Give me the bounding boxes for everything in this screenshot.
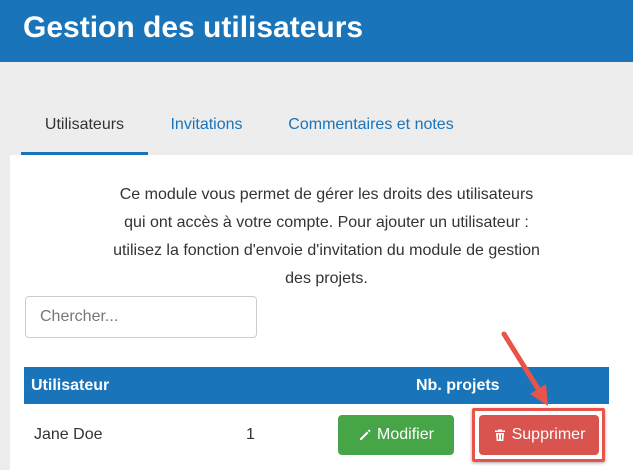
column-header-user: Utilisateur	[31, 377, 110, 394]
user-name-cell: Jane Doe	[34, 426, 103, 443]
tab-utilisateurs[interactable]: Utilisateurs	[21, 106, 148, 155]
delete-button-label: Supprimer	[511, 426, 586, 443]
intro-text: Ce module vous permet de gérer les droit…	[50, 181, 603, 293]
intro-line: Ce module vous permet de gérer les droit…	[119, 186, 534, 203]
tab-commentaires-et-notes[interactable]: Commentaires et notes	[271, 106, 471, 155]
table-header: Utilisateur Nb. projets	[24, 367, 609, 404]
column-header-projects: Nb. projets	[416, 377, 500, 394]
search-input[interactable]	[25, 296, 257, 338]
delete-button[interactable]: Supprimer	[479, 415, 599, 455]
users-panel: Ce module vous permet de gérer les droit…	[10, 155, 633, 470]
modify-button-label: Modifier	[377, 426, 434, 443]
tab-invitations[interactable]: Invitations	[153, 106, 260, 155]
modify-button[interactable]: Modifier	[338, 415, 454, 455]
pencil-icon	[358, 428, 372, 442]
intro-line: des projets.	[285, 270, 368, 287]
tab-bar: Utilisateurs Invitations Commentaires et…	[21, 106, 621, 155]
trash-icon	[493, 428, 507, 442]
app-header: Gestion des utilisateurs	[0, 0, 633, 62]
intro-line: utilisez la fonction d'envoie d'invitati…	[113, 242, 540, 259]
project-count-cell: 1	[246, 426, 255, 443]
intro-line: qui ont accès à votre compte. Pour ajout…	[124, 214, 529, 231]
users-table: Utilisateur Nb. projets Jane Doe 1 Modif…	[24, 367, 609, 470]
table-row: Jane Doe 1 Modifier Supprimer	[24, 404, 609, 470]
page-title: Gestion des utilisateurs	[23, 11, 364, 44]
